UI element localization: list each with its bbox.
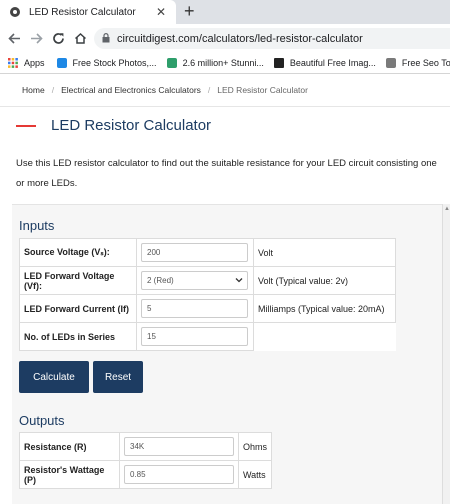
forward-voltage-select[interactable]: 2 (Red)	[141, 271, 248, 290]
inputs-table: Source Voltage (Vₛ): 200 Volt LED Forwar…	[19, 238, 396, 351]
bookmark-free-seo-tools[interactable]: Free Seo Tools	[385, 57, 450, 68]
bookmark-stunning-images[interactable]: 2.6 million+ Stunni...	[166, 57, 264, 68]
calculate-button[interactable]: Calculate	[19, 361, 89, 393]
bookmark-apps[interactable]: Apps	[8, 57, 45, 68]
forward-current-label: LED Forward Current (If)	[19, 294, 137, 323]
bookmark-beautiful-free-images[interactable]: Beautiful Free Imag...	[273, 57, 376, 68]
close-tab-icon[interactable]: ✕	[156, 5, 166, 19]
table-row: LED Forward Current (If) 5 Milliamps (Ty…	[19, 294, 396, 323]
tab-strip: LED Resistor Calculator ✕ +	[0, 0, 450, 24]
pexels-icon	[166, 57, 177, 68]
resistance-label: Resistance (R)	[19, 432, 120, 461]
forward-voltage-cell: 2 (Red)	[136, 266, 254, 295]
reset-button[interactable]: Reset	[93, 361, 143, 393]
table-row: No. of LEDs in Series 15	[19, 322, 396, 351]
resistance-output[interactable]: 34K	[124, 437, 234, 456]
forward-voltage-selected: 2 (Red)	[147, 276, 174, 285]
wattage-unit: Watts	[237, 460, 273, 489]
intro-line-2: or more LEDs.	[16, 178, 78, 189]
resistance-cell: 34K	[119, 432, 239, 461]
outputs-table: Resistance (R) 34K Ohms Resistor's Watta…	[19, 432, 273, 489]
reload-icon[interactable]	[48, 28, 68, 48]
forward-current-input[interactable]: 5	[141, 299, 248, 318]
table-row: Resistor's Wattage (P) 0.85 Watts	[19, 460, 273, 489]
inputs-title: Inputs	[19, 218, 55, 233]
source-voltage-label: Source Voltage (Vₛ):	[19, 238, 137, 267]
scroll-up-arrow-icon[interactable]: ▲	[444, 206, 450, 212]
bookmarks-bar: Apps Free Stock Photos,... 2.6 million+ …	[0, 52, 450, 74]
apps-grid-icon	[8, 57, 18, 68]
wattage-label: Resistor's Wattage (P)	[19, 460, 120, 489]
url-field[interactable]: circuitdigest.com/calculators/led-resist…	[94, 28, 450, 49]
back-arrow-icon[interactable]	[4, 28, 24, 48]
forward-current-cell: 5	[136, 294, 254, 323]
forward-voltage-label: LED Forward Voltage (Vf):	[19, 266, 137, 295]
wattage-cell: 0.85	[119, 460, 239, 489]
led-count-input[interactable]: 15	[141, 327, 248, 346]
address-bar: circuitdigest.com/calculators/led-resist…	[0, 24, 450, 52]
source-voltage-cell: 200	[136, 238, 254, 267]
stock-photos-icon	[56, 57, 67, 68]
source-voltage-unit: Volt	[253, 238, 396, 267]
table-row: LED Forward Voltage (Vf): 2 (Red) Volt (…	[19, 266, 396, 295]
led-count-cell: 15	[136, 322, 254, 351]
forward-current-unit: Milliamps (Typical value: 20mA)	[253, 294, 396, 323]
breadcrumb-separator: /	[207, 85, 211, 95]
page-title: LED Resistor Calculator	[51, 117, 212, 134]
breadcrumb: Home / Electrical and Electronics Calcul…	[0, 74, 450, 107]
table-row: Resistance (R) 34K Ohms	[19, 432, 273, 461]
bookmark-label: Free Seo Tools	[401, 57, 450, 68]
bookmark-free-stock-photos[interactable]: Free Stock Photos,...	[56, 57, 157, 68]
outputs-title: Outputs	[19, 413, 65, 428]
home-icon[interactable]	[70, 28, 90, 48]
led-count-label: No. of LEDs in Series	[19, 322, 137, 351]
tab-title: LED Resistor Calculator	[29, 6, 136, 18]
resistance-unit: Ohms	[237, 432, 273, 461]
source-voltage-input[interactable]: 200	[141, 243, 248, 262]
wattage-output[interactable]: 0.85	[124, 465, 234, 484]
intro-text: Use this LED resistor calculator to find…	[16, 154, 450, 194]
breadcrumb-separator: /	[51, 85, 55, 95]
breadcrumb-current: LED Resistor Calculator	[217, 85, 308, 95]
table-row: Source Voltage (Vₛ): 200 Volt	[19, 238, 396, 267]
url-text: circuitdigest.com/calculators/led-resist…	[117, 32, 363, 45]
forward-arrow-icon[interactable]	[26, 28, 46, 48]
heading-accent-bar	[16, 124, 36, 127]
gear-favicon-icon	[8, 6, 21, 19]
unsplash-icon	[273, 57, 284, 68]
browser-tab[interactable]: LED Resistor Calculator ✕	[0, 0, 176, 24]
breadcrumb-home-link[interactable]: Home	[22, 85, 45, 95]
bookmark-label: Beautiful Free Imag...	[289, 57, 376, 68]
breadcrumb-section-link[interactable]: Electrical and Electronics Calculators	[61, 85, 201, 95]
lock-icon	[102, 30, 110, 48]
new-tab-button[interactable]: +	[184, 2, 195, 20]
bookmark-label: 2.6 million+ Stunni...	[182, 57, 264, 68]
seo-tools-icon	[385, 57, 396, 68]
bookmark-label: Apps	[24, 57, 45, 68]
page-heading: LED Resistor Calculator	[16, 117, 211, 134]
chevron-down-icon	[235, 276, 243, 285]
bookmark-label: Free Stock Photos,...	[72, 57, 157, 68]
intro-line-1: Use this LED resistor calculator to find…	[16, 158, 437, 169]
scrollbar[interactable]: ▲	[442, 204, 450, 504]
forward-voltage-unit: Volt (Typical value: 2v)	[253, 266, 396, 295]
